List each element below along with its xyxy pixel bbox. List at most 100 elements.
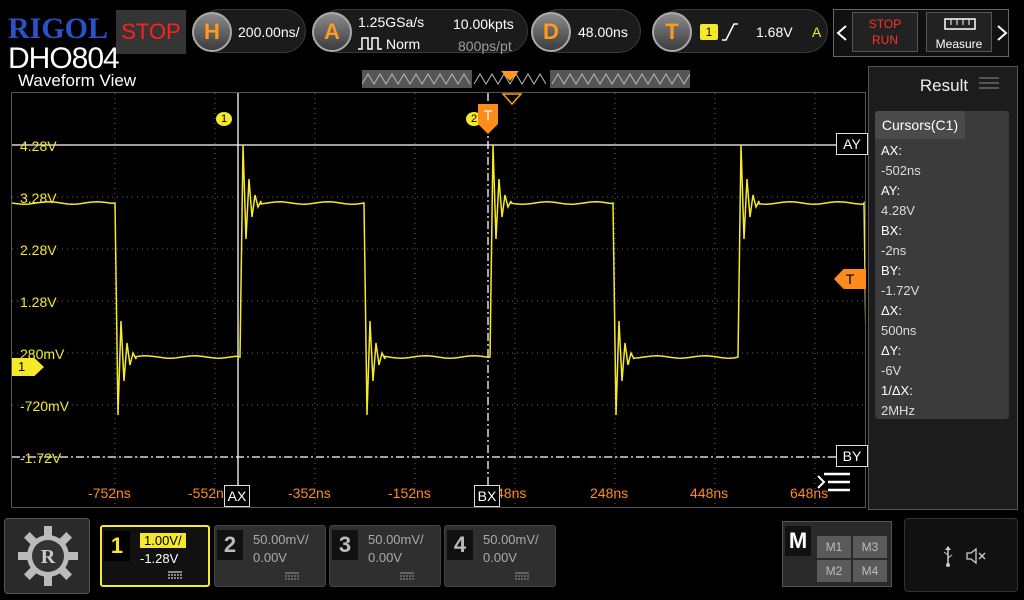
model-name: DHO804: [8, 42, 120, 75]
coupling-icon: [168, 571, 182, 579]
ch1-waveform-trace: [12, 144, 865, 416]
math-m2-button[interactable]: M2: [817, 560, 851, 582]
channel-3-button[interactable]: 3 50.00mV/ 0.00V: [329, 525, 441, 587]
channel-3-number: 3: [332, 530, 358, 560]
svg-text:R: R: [41, 546, 56, 568]
y-label-7: -1.72V: [20, 450, 62, 466]
result-value: -502ns: [881, 163, 921, 178]
channel-2-button[interactable]: 2 50.00mV/ 0.00V: [214, 525, 326, 587]
cursor-ax-tag[interactable]: AX: [224, 485, 250, 507]
time-resolution: 800ps/pt: [458, 38, 512, 54]
home-button[interactable]: R: [4, 518, 90, 594]
channel-1-scale: 1.00V/: [140, 533, 186, 548]
result-label: BY:: [881, 263, 902, 278]
coupling-icon: [515, 572, 529, 580]
x-label-1: -752ns: [88, 485, 131, 501]
timebase-value: 200.00ns/: [238, 24, 300, 40]
math-panel: M M1 M3 M2 M4: [782, 521, 892, 587]
cursor-by-tag[interactable]: BY: [836, 445, 868, 467]
measure-label: Measure: [935, 37, 983, 51]
x-label-4: -152ns: [388, 485, 431, 501]
x-label-7: 448ns: [690, 485, 729, 501]
channel-1-number: 1: [104, 531, 130, 561]
ref-marker-1: 1: [216, 112, 232, 126]
math-m3-button[interactable]: M3: [853, 536, 887, 558]
run-status-badge[interactable]: STOP: [116, 10, 186, 54]
channel-4-number: 4: [447, 530, 473, 560]
measure-button[interactable]: Measure: [926, 12, 992, 52]
memory-depth: 10.00kpts: [453, 16, 514, 32]
horizontal-key[interactable]: H: [192, 12, 232, 52]
cursors-tab[interactable]: Cursors(C1): [875, 111, 965, 139]
y-label-2: 3.28V: [20, 190, 57, 206]
rising-edge-icon: [722, 22, 738, 42]
run-label: RUN: [872, 33, 898, 47]
rigol-logo: RIGOL: [8, 12, 109, 45]
run-stop-button[interactable]: STOP RUN: [852, 12, 918, 52]
channel-2-number: 2: [217, 530, 243, 560]
trigger-mode: A: [812, 24, 822, 40]
coupling-icon: [285, 572, 299, 580]
memory-overview-strip[interactable]: [362, 70, 690, 88]
system-status-panel: [904, 518, 1018, 592]
channel-4-button[interactable]: 4 50.00mV/ 0.00V: [444, 525, 556, 587]
overview-trigger-marker-icon: [500, 70, 520, 82]
overview-waveform: [362, 70, 690, 88]
channel-3-offset: 0.00V: [368, 550, 402, 565]
math-m4-button[interactable]: M4: [853, 560, 887, 582]
result-value: -1.72V: [881, 283, 920, 298]
waveform-canvas: [12, 93, 865, 507]
result-label: AY:: [881, 183, 901, 198]
result-label: ΔY:: [881, 343, 902, 358]
y-label-6: -720mV: [20, 398, 70, 414]
menu-lines-icon[interactable]: [816, 470, 852, 498]
channel-4-scale: 50.00mV/: [483, 532, 539, 547]
result-label: AX:: [881, 143, 902, 158]
waveform-grid[interactable]: [11, 92, 866, 508]
delay-value: 48.00ns: [578, 24, 628, 40]
rigol-gear-logo-icon: R: [17, 525, 79, 587]
cursor-bx-tag[interactable]: BX: [474, 485, 500, 507]
ruler-icon: [944, 17, 976, 31]
math-key[interactable]: M: [785, 526, 811, 556]
y-label-1: 4.28V: [20, 138, 57, 154]
y-label-4: 1.28V: [20, 294, 57, 310]
channel-2-offset: 0.00V: [253, 550, 287, 565]
result-label: BX:: [881, 223, 902, 238]
x-label-3: -352ns: [288, 485, 331, 501]
chevron-right-icon[interactable]: [996, 24, 1008, 42]
result-label: ΔX:: [881, 303, 902, 318]
channel-1-offset: -1.28V: [140, 551, 179, 566]
result-panel: Result Cursors(C1) AX: -502ns AY: 4.28V …: [868, 66, 1018, 510]
math-m1-button[interactable]: M1: [817, 536, 851, 558]
stop-label: STOP: [868, 17, 902, 31]
result-value: 4.28V: [881, 203, 915, 218]
speaker-muted-icon[interactable]: [965, 547, 987, 565]
acquire-mode: Norm: [386, 36, 421, 52]
result-label: 1/ΔX:: [881, 383, 913, 398]
usb-icon: [941, 545, 955, 567]
waveform-view-title: Waveform View: [18, 71, 137, 90]
coupling-icon: [400, 572, 414, 580]
x-label-5: 48ns: [496, 485, 527, 501]
trigger-level: 1.68V: [756, 24, 793, 40]
chevron-left-icon[interactable]: [836, 24, 848, 42]
channel-3-scale: 50.00mV/: [368, 532, 424, 547]
trigger-time-marker-icon: T: [478, 104, 498, 136]
trigger-key[interactable]: T: [652, 12, 692, 52]
y-label-3: 2.28V: [20, 242, 57, 258]
channel-1-button[interactable]: 1 1.00V/ -1.28V: [100, 525, 210, 587]
acquire-waveform-icon: [358, 35, 382, 51]
trigger-source-badge: 1: [700, 24, 718, 40]
result-value: -6V: [881, 363, 902, 378]
x-label-6: 248ns: [590, 485, 629, 501]
sample-rate: 1.25GSa/s: [358, 14, 425, 30]
result-value: 500ns: [881, 323, 917, 338]
result-menu-icon[interactable]: [979, 75, 999, 91]
delay-key[interactable]: D: [531, 12, 571, 52]
acquire-key[interactable]: A: [312, 12, 352, 52]
cursor-ay-tag[interactable]: AY: [836, 133, 868, 155]
result-value: -2ns: [881, 243, 907, 258]
svg-text:T: T: [484, 107, 493, 123]
result-value: 2MHz: [881, 403, 915, 418]
